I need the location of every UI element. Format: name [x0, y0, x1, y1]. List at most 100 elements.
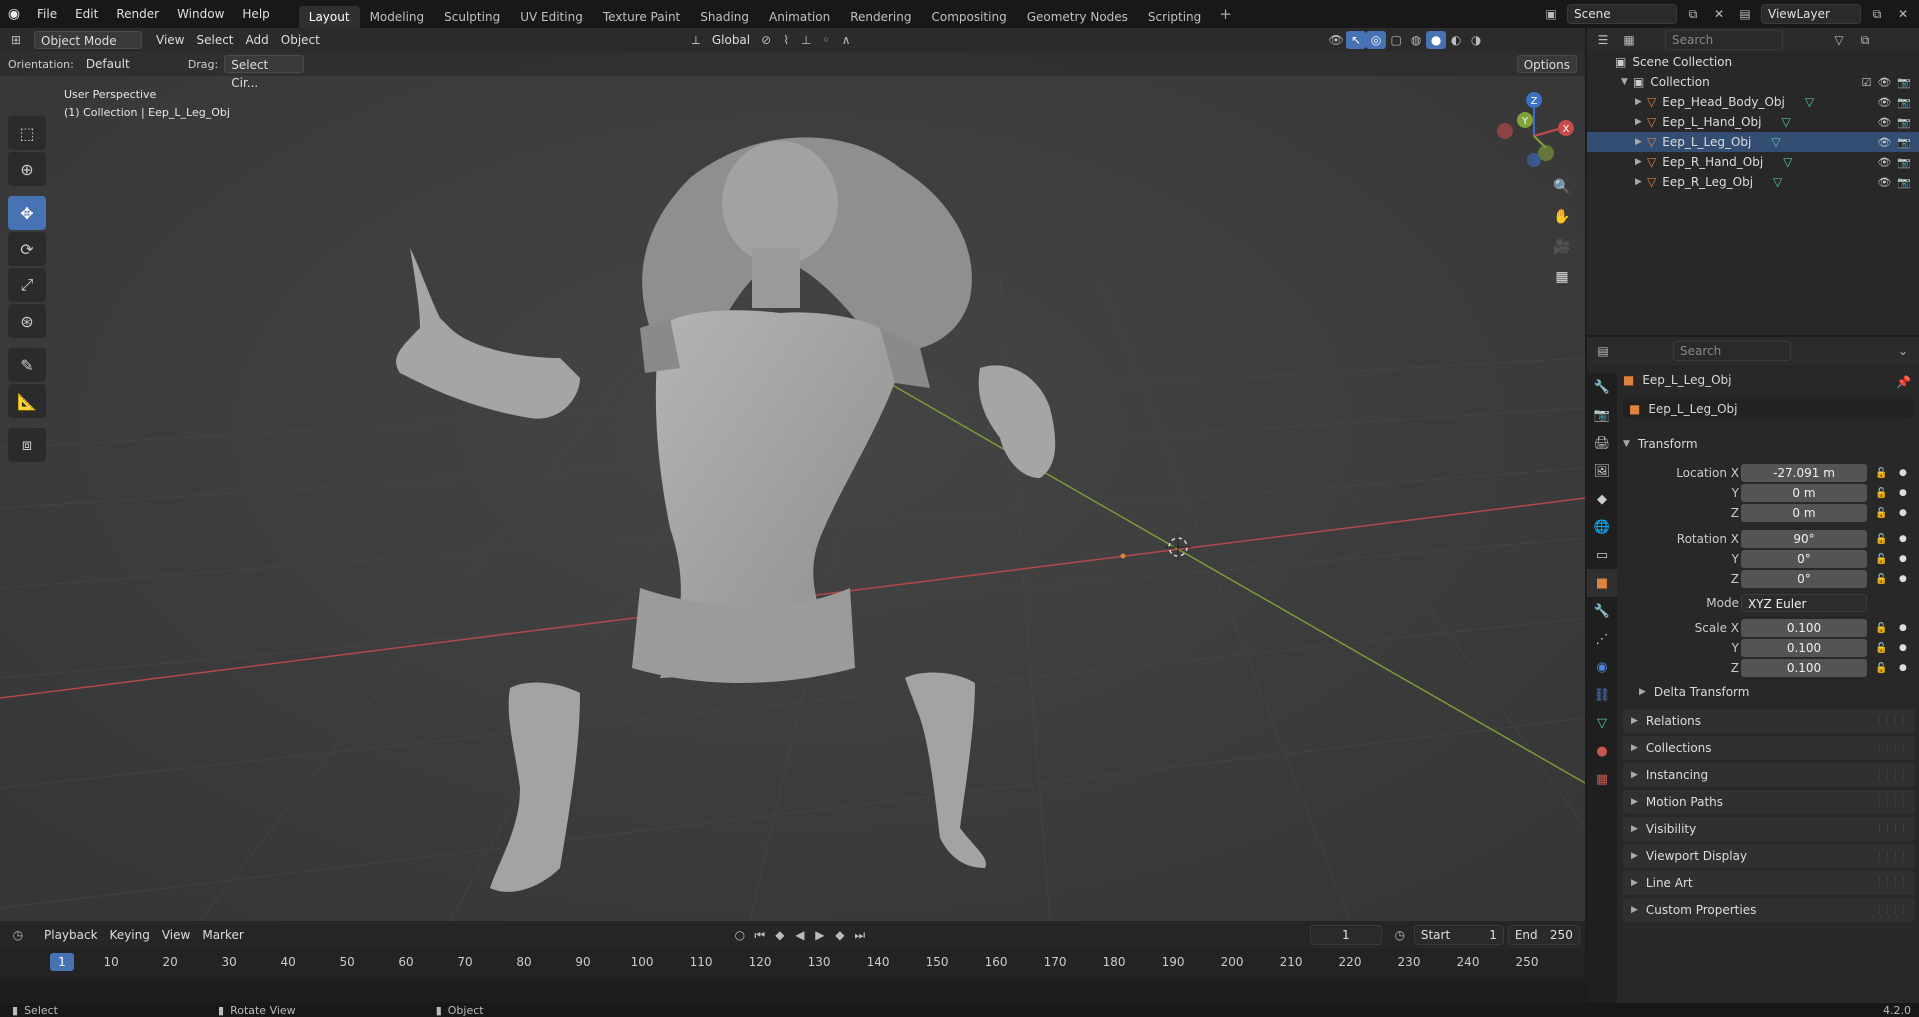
play-icon[interactable]: ▶	[810, 926, 830, 944]
drag-grip-icon[interactable]: ⋮⋮⋮⋮	[1875, 743, 1908, 753]
menu-file[interactable]: File	[28, 0, 66, 28]
keyframe-dot-icon[interactable]: ●	[1899, 508, 1907, 518]
mesh-data-icon[interactable]: ▽	[1773, 175, 1782, 189]
world-tab-icon[interactable]: 🌐	[1587, 513, 1617, 541]
new-collection-icon[interactable]: ⧉	[1855, 31, 1875, 49]
tab-texture-paint[interactable]: Texture Paint	[593, 6, 690, 28]
current-frame-field[interactable]: 1	[1309, 925, 1382, 945]
drag-grip-icon[interactable]: ⋮⋮⋮⋮	[1875, 824, 1908, 834]
menu-render[interactable]: Render	[107, 0, 168, 28]
expand-icon[interactable]: ▶	[1635, 137, 1647, 147]
mode-dropdown[interactable]: Object Mode	[34, 31, 142, 49]
visibility-eye-icon[interactable]: 👁	[1877, 116, 1891, 129]
collapse-transform-icon[interactable]: ▼	[1623, 439, 1630, 449]
expand-icon[interactable]: ▶	[1635, 117, 1647, 127]
expand-icon[interactable]: ▶	[1635, 157, 1647, 167]
outliner-search-input[interactable]: Search	[1665, 30, 1783, 50]
pan-hand-icon[interactable]: ✋	[1548, 203, 1576, 231]
new-view-layer-icon[interactable]: ⧉	[1867, 5, 1887, 23]
drag-grip-icon[interactable]: ⋮⋮⋮⋮	[1875, 878, 1908, 888]
view-layer-tab-icon[interactable]: 🖼	[1587, 457, 1617, 485]
material-tab-icon[interactable]: ●	[1587, 737, 1617, 765]
menu-keying[interactable]: Keying	[104, 926, 156, 944]
render-camera-icon[interactable]: 📷	[1897, 76, 1911, 89]
keyframe-dot-icon[interactable]: ●	[1899, 574, 1907, 584]
visibility-icon[interactable]: 👁	[1326, 31, 1346, 49]
rotation-y-field[interactable]: 0°	[1741, 550, 1867, 568]
drag-grip-icon[interactable]: ⋮⋮⋮⋮	[1875, 905, 1908, 915]
panel-collections[interactable]: ▶ Collections ⋮⋮⋮⋮	[1623, 736, 1915, 760]
transform-orientation-dropdown[interactable]: Global	[706, 31, 756, 49]
3d-viewport[interactable]: Z X Y ⊞ Object Mode View Select Add Obje…	[0, 28, 1585, 921]
panel-motion-paths[interactable]: ▶ Motion Paths ⋮⋮⋮⋮	[1623, 790, 1915, 814]
delta-transform-header[interactable]: ▶ Delta Transform	[1639, 685, 1749, 699]
keyframe-dot-icon[interactable]: ●	[1899, 554, 1907, 564]
transform-panel-header[interactable]: ▼ Transform	[1623, 437, 1698, 451]
orientation-dropdown[interactable]: Default	[80, 55, 176, 73]
solid-shading-icon[interactable]: ●	[1426, 31, 1447, 49]
mesh-data-icon[interactable]: ▽	[1783, 155, 1792, 169]
lock-icon[interactable]: 🔓	[1875, 488, 1887, 499]
outliner-item[interactable]: ▶ ▽ Eep_R_Leg_Obj ▽ 👁 📷	[1587, 172, 1919, 192]
menu-view[interactable]: View	[150, 31, 190, 49]
object-tab-icon[interactable]: ■	[1587, 569, 1617, 597]
render-camera-icon[interactable]: 📷	[1897, 136, 1911, 149]
lock-icon[interactable]: 🔓	[1875, 554, 1887, 565]
lock-icon[interactable]: 🔓	[1875, 574, 1887, 585]
outliner-item[interactable]: ▶ ▽ Eep_Head_Body_Obj ▽ 👁 📷	[1587, 92, 1919, 112]
menu-object[interactable]: Object	[275, 31, 326, 49]
tab-rendering[interactable]: Rendering	[840, 6, 921, 28]
render-tab-icon[interactable]: 📷	[1587, 401, 1617, 429]
lock-icon[interactable]: 🔓	[1875, 623, 1887, 634]
wireframe-shading-icon[interactable]: ◍	[1406, 31, 1426, 49]
mesh-data-icon[interactable]: ▽	[1771, 135, 1780, 149]
lock-icon[interactable]: 🔓	[1875, 468, 1887, 479]
new-scene-icon[interactable]: ⧉	[1683, 5, 1703, 23]
rotation-z-field[interactable]: 0°	[1741, 570, 1867, 588]
select-box-tool-icon[interactable]: ⬚	[8, 116, 46, 150]
scale-y-field[interactable]: 0.100	[1741, 639, 1867, 657]
editor-type-icon[interactable]: ⊞	[6, 31, 26, 49]
outliner-editor-type-icon[interactable]: ☰	[1593, 31, 1613, 49]
properties-editor-type-icon[interactable]: ▤	[1593, 342, 1613, 360]
expand-icon[interactable]: ▶	[1635, 177, 1647, 187]
rotation-x-field[interactable]: 90°	[1741, 530, 1867, 548]
rendered-shading-icon[interactable]: ◑	[1466, 31, 1486, 49]
scene-collection-row[interactable]: ▣ Scene Collection	[1587, 52, 1919, 72]
drag-dropdown[interactable]: Select Cir...	[224, 55, 305, 90]
measure-tool-icon[interactable]: 📐	[8, 384, 46, 418]
menu-help[interactable]: Help	[233, 0, 278, 28]
panel-relations[interactable]: ▶ Relations ⋮⋮⋮⋮	[1623, 709, 1915, 733]
tab-compositing[interactable]: Compositing	[921, 6, 1016, 28]
jump-end-icon[interactable]: ⏭	[850, 926, 870, 944]
render-camera-icon[interactable]: 📷	[1897, 116, 1911, 129]
panel-line-art[interactable]: ▶ Line Art ⋮⋮⋮⋮	[1623, 871, 1915, 895]
tab-uv-editing[interactable]: UV Editing	[510, 6, 593, 28]
lock-icon[interactable]: 🔓	[1875, 663, 1887, 674]
rotate-tool-icon[interactable]: ⟳	[8, 232, 46, 266]
exclude-checkbox-icon[interactable]: ☑	[1861, 76, 1871, 89]
snap-icon[interactable]: ⌇	[776, 31, 796, 49]
panel-custom-properties[interactable]: ▶ Custom Properties ⋮⋮⋮⋮	[1623, 898, 1915, 922]
keyframe-dot-icon[interactable]: ●	[1899, 488, 1907, 498]
expand-icon[interactable]: ▶	[1635, 97, 1647, 107]
menu-window[interactable]: Window	[168, 0, 233, 28]
end-frame-field[interactable]: End 250	[1507, 925, 1580, 945]
datablock-field[interactable]: ■ Eep_L_Leg_Obj	[1623, 399, 1913, 419]
scale-z-field[interactable]: 0.100	[1741, 659, 1867, 677]
outliner-item-selected[interactable]: ▶ ▽ Eep_L_Leg_Obj ▽ 👁 📷	[1587, 132, 1919, 152]
pivot-icon[interactable]: ⊘	[756, 31, 776, 49]
panel-visibility[interactable]: ▶ Visibility ⋮⋮⋮⋮	[1623, 817, 1915, 841]
texture-tab-icon[interactable]: ▦	[1587, 765, 1617, 793]
pin-icon[interactable]: 📌	[1896, 375, 1911, 389]
material-shading-icon[interactable]: ◐	[1446, 31, 1466, 49]
xray-icon[interactable]: ▢	[1386, 31, 1406, 49]
tab-layout[interactable]: Layout	[298, 6, 360, 28]
tab-modeling[interactable]: Modeling	[360, 6, 435, 28]
proportional-edit-icon[interactable]: ◦	[816, 31, 836, 49]
outliner-item[interactable]: ▶ ▽ Eep_L_Hand_Obj ▽ 👁 📷	[1587, 112, 1919, 132]
mesh-data-icon[interactable]: ▽	[1805, 95, 1814, 109]
snap-settings-icon[interactable]: ⊥	[796, 31, 816, 49]
scene-tab-icon[interactable]: ◆	[1587, 485, 1617, 513]
overlay-toggle-icon[interactable]: ◎	[1366, 31, 1387, 49]
